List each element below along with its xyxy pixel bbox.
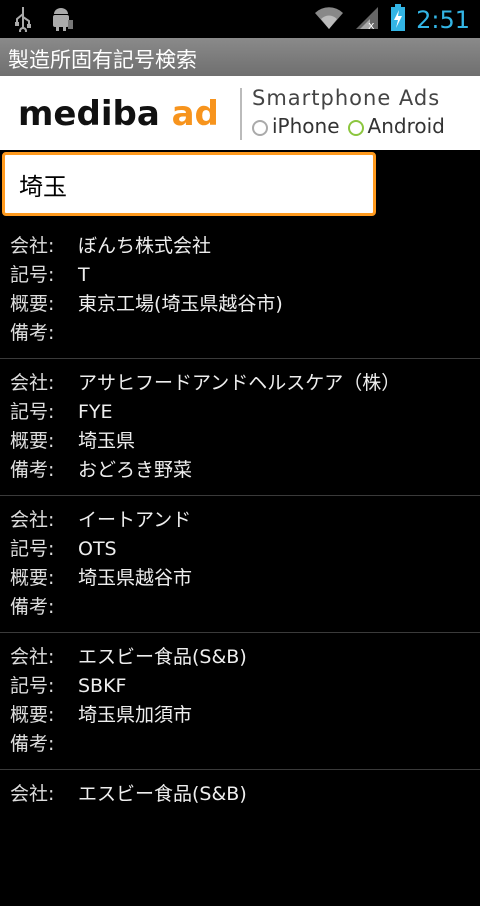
notes-row: 備考: [10,322,55,344]
list-item[interactable]: 会社: エスビー食品(S&B) [0,770,480,906]
clock: 2:51 [416,6,470,34]
svg-text:x: x [368,19,375,31]
code-row: 記号: SBKF [10,675,127,697]
ad-logo-main: mediba [18,94,160,134]
usb-icon [14,6,32,36]
list-item[interactable]: 会社: ぼんち株式会社 記号: T 概要: 東京工場(埼玉県越谷市) 備考: [0,222,480,359]
signal-icon: x [354,5,380,35]
ad-info: Smartphone Ads iPhone Android [252,86,445,138]
notes-row: 備考: [10,733,55,755]
ad-banner[interactable]: mediba ad Smartphone Ads iPhone Android [0,76,480,150]
company-row: 会社: エスビー食品(S&B) [10,646,247,668]
ring-icon [347,119,364,136]
ad-tagline: Smartphone Ads [252,86,441,110]
summary-row: 概要: 東京工場(埼玉県越谷市) [10,293,283,315]
company-row: 会社: ぼんち株式会社 [10,235,212,257]
company-row: 会社: エスビー食品(S&B) [10,783,247,805]
ad-platforms: iPhone Android [252,114,445,138]
status-bar: x 2:51 [0,0,480,38]
platform-iphone: iPhone [252,114,340,138]
title-bar: 製造所固有記号検索 [0,38,480,76]
code-row: 記号: OTS [10,538,117,560]
summary-row: 概要: 埼玉県 [10,430,136,452]
list-item[interactable]: 会社: アサヒフードアンドヘルスケア（株） 記号: FYE 概要: 埼玉県 備考: おど… [0,359,480,496]
ad-logo-accent: ad [171,94,219,134]
company-row: 会社: アサヒフードアンドヘルスケア（株） [10,372,401,394]
list-item[interactable]: 会社: イートアンド 記号: OTS 概要: 埼玉県越谷市 備考: [0,496,480,633]
ring-icon [252,119,268,136]
result-list: 会社: ぼんち株式会社 記号: T 概要: 東京工場(埼玉県越谷市) 備考: 会社: ア… [0,222,480,906]
wifi-icon [314,5,344,35]
list-item[interactable]: 会社: エスビー食品(S&B) 記号: SBKF 概要: 埼玉県加須市 備考: [0,633,480,770]
ad-divider [240,88,242,140]
notes-row: 備考: [10,596,55,618]
search-field[interactable] [2,152,376,216]
search-input[interactable] [5,155,359,213]
battery-charging-icon [390,4,406,36]
platform-android: Android [347,114,445,138]
summary-row: 概要: 埼玉県越谷市 [10,567,193,589]
summary-row: 概要: 埼玉県加須市 [10,704,193,726]
company-row: 会社: イートアンド [10,509,192,531]
android-debug-icon [50,6,74,36]
app-title: 製造所固有記号検索 [8,48,197,72]
code-row: 記号: FYE [10,401,113,423]
ad-logo: mediba ad [18,94,219,134]
code-row: 記号: T [10,264,90,286]
notes-row: 備考: おどろき野菜 [10,459,193,481]
